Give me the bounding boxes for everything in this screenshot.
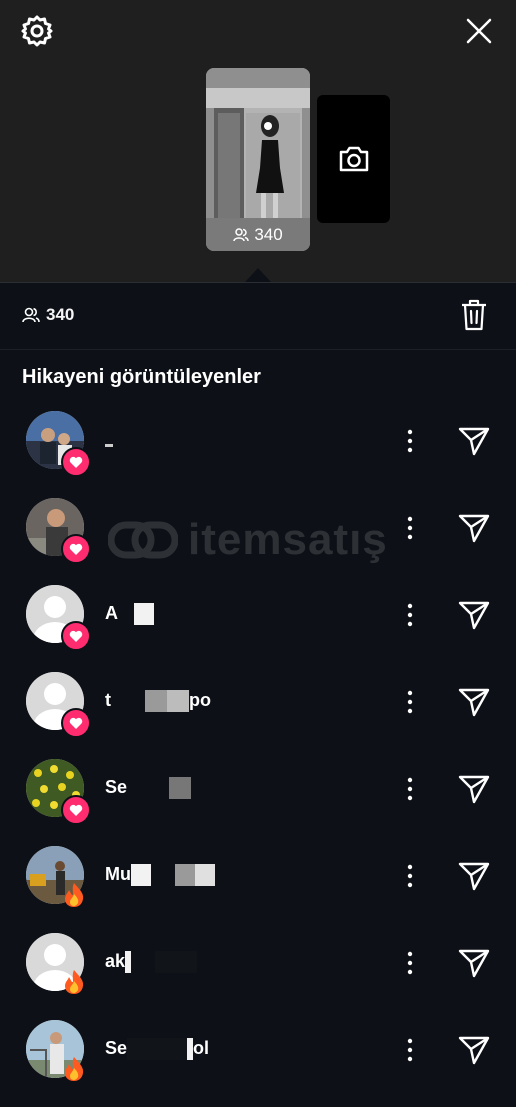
username-text: t [105,690,111,710]
more-options-button[interactable] [400,862,420,890]
send-message-button[interactable] [457,947,491,979]
username-text: Se [105,777,128,797]
send-message-button[interactable] [457,773,491,805]
thumbnail-count-text: 340 [254,225,283,244]
fire-reaction-badge [61,969,87,995]
more-options-button[interactable] [400,514,420,542]
more-vertical-icon [407,777,413,801]
more-vertical-icon [407,429,413,453]
viewer-row[interactable]: A [0,585,516,672]
fire-icon [65,1057,84,1081]
more-vertical-icon [407,603,413,627]
heart-reaction-badge [61,621,91,651]
more-vertical-icon [407,864,413,888]
heart-icon [69,804,83,816]
send-message-button[interactable] [457,860,491,892]
send-icon [458,949,490,978]
story-thumbnail[interactable]: 340 [206,68,310,251]
more-options-button[interactable] [400,601,420,629]
heart-icon [69,456,83,468]
more-options-button[interactable] [400,427,420,455]
send-message-button[interactable] [457,425,491,457]
send-icon [458,601,490,630]
viewer-row[interactable] [0,498,516,585]
viewer-username[interactable]: Mu [105,864,215,888]
username-text: ak [105,951,126,971]
username-text: Mu [105,864,131,884]
add-story-button[interactable] [317,95,390,223]
selection-pointer [245,268,271,282]
delete-story-button[interactable] [460,299,488,331]
username-text: A [105,603,118,623]
trash-icon [462,299,486,331]
send-icon [458,1036,490,1065]
viewer-row[interactable]: Se ol [0,1020,516,1107]
settings-button[interactable] [20,14,54,48]
story-preview-panel: 340 [0,0,516,282]
fire-reaction-badge [61,1056,87,1082]
people-icon [22,307,40,323]
fire-reaction-badge [61,882,87,908]
viewer-row[interactable]: ak [0,933,516,1020]
story-photo [206,68,310,251]
close-icon [466,18,492,44]
more-options-button[interactable] [400,1036,420,1064]
viewer-username[interactable] [105,429,113,453]
more-vertical-icon [407,690,413,714]
send-message-button[interactable] [457,1034,491,1066]
more-options-button[interactable] [400,775,420,803]
viewer-row[interactable]: Mu [0,846,516,933]
heart-reaction-badge [61,447,91,477]
send-icon [458,775,490,804]
people-icon [233,228,250,242]
camera-icon [339,146,368,172]
send-icon [458,427,490,456]
heart-icon [69,543,83,555]
viewer-count-text: 340 [46,305,75,324]
more-vertical-icon [407,951,413,975]
more-options-button[interactable] [400,688,420,716]
thumbnail-viewer-count: 340 [206,225,310,245]
viewer-row[interactable]: Se [0,759,516,846]
viewer-row[interactable]: t po [0,672,516,759]
viewer-username[interactable]: ak [105,951,198,975]
send-message-button[interactable] [457,512,491,544]
viewer-username[interactable]: A [105,603,154,627]
send-icon [458,514,490,543]
more-options-button[interactable] [400,949,420,977]
heart-reaction-badge [61,708,91,738]
viewer-row[interactable] [0,411,516,498]
close-button[interactable] [464,16,494,46]
heart-reaction-badge [61,534,91,564]
username-suffix: ol [193,1038,210,1058]
viewers-section-title: Hikayeni görüntüleyenler [22,366,261,388]
stats-bar: 340 [0,282,516,350]
send-message-button[interactable] [457,599,491,631]
heart-icon [69,717,83,729]
viewer-username[interactable]: t po [105,690,211,714]
send-icon [458,688,490,717]
send-icon [458,862,490,891]
gear-icon [21,15,53,47]
viewer-username[interactable]: Se [105,777,192,801]
viewer-count[interactable]: 340 [22,305,74,325]
heart-icon [69,630,83,642]
more-vertical-icon [407,516,413,540]
username-suffix: po [189,690,211,710]
send-message-button[interactable] [457,686,491,718]
viewer-username[interactable]: Se ol [105,1038,209,1062]
fire-icon [65,970,84,994]
fire-icon [65,883,84,907]
heart-reaction-badge [61,795,91,825]
username-text: Se [105,1038,128,1058]
more-vertical-icon [407,1038,413,1062]
